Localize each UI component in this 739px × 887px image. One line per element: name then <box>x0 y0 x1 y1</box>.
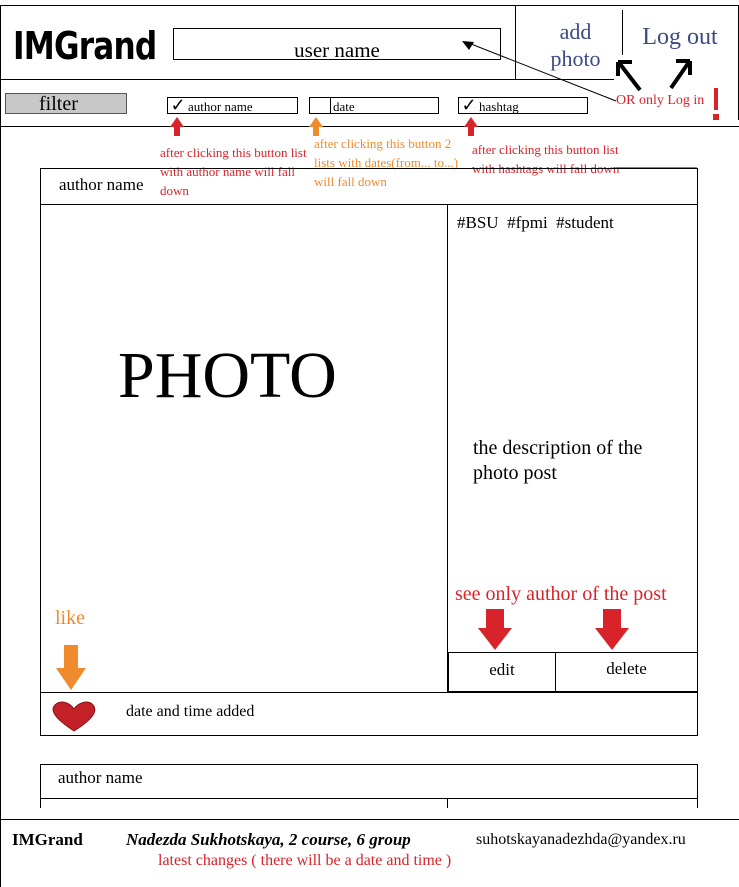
arrow-down-red-icon <box>595 609 629 650</box>
arrow-up-right-icon <box>669 59 692 90</box>
pointer-line-icon <box>465 41 617 102</box>
arrow-down-orange-icon <box>56 645 86 690</box>
annotation-layer <box>52 41 719 732</box>
arrow-down-red-icon <box>478 609 512 650</box>
arrow-up-left-icon <box>616 60 642 92</box>
heart-icon <box>52 701 96 732</box>
exclamation-icon <box>714 88 718 110</box>
arrow-up-red-icon <box>464 117 478 136</box>
arrow-up-red-icon <box>170 117 184 136</box>
arrowhead-icon <box>462 41 474 50</box>
arrow-up-orange-icon <box>309 117 323 136</box>
